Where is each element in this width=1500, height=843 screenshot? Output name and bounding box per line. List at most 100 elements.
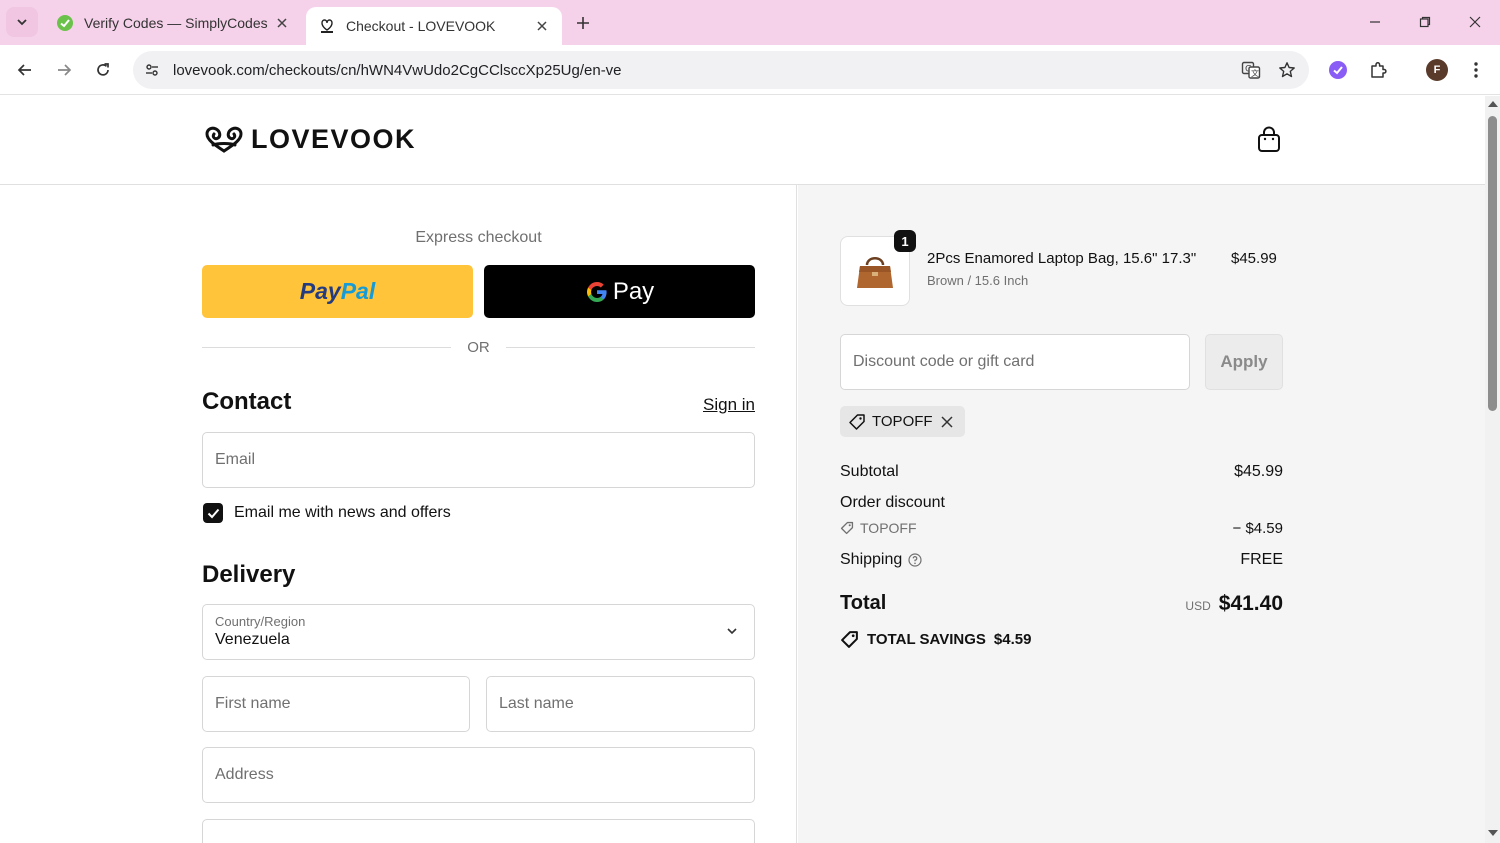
tag-icon xyxy=(849,413,865,430)
country-label: Country/Region xyxy=(215,614,306,629)
site-info-icon[interactable] xyxy=(140,58,164,82)
address-bar[interactable]: lovevook.com/checkouts/cn/hWN4VwUdo2CgCC… xyxy=(133,51,1309,89)
tab-title: Verify Codes — SimplyCodes xyxy=(84,14,268,31)
order-summary: 1 2Pcs Enamored Laptop Bag, 15.6" 17.3" … xyxy=(798,185,1485,843)
tab-checkout[interactable]: Checkout - LOVEVOOK xyxy=(306,7,562,45)
apply-discount-button[interactable]: Apply xyxy=(1205,334,1283,390)
reload-button[interactable] xyxy=(89,56,117,84)
scroll-up-arrow-icon[interactable] xyxy=(1488,101,1498,107)
scrollbar-thumb[interactable] xyxy=(1488,116,1497,411)
extension-simplycodes-icon[interactable] xyxy=(1324,56,1352,84)
total-value: $41.40 xyxy=(1218,592,1283,615)
tab-simplycodes[interactable]: Verify Codes — SimplyCodes xyxy=(44,0,302,45)
savings-value: $4.59 xyxy=(993,631,1032,648)
browser-tab-bar: Verify Codes — SimplyCodes Checkout - LO… xyxy=(0,0,1500,45)
or-divider: OR xyxy=(202,337,755,357)
bookmark-star-icon[interactable] xyxy=(1273,56,1301,84)
chevron-down-icon xyxy=(727,628,737,635)
lovevook-favicon-icon xyxy=(318,17,336,35)
google-g-icon xyxy=(586,281,607,302)
shopping-bag-icon[interactable] xyxy=(1256,126,1282,154)
order-discount-row: Order discount xyxy=(840,494,1283,512)
total-currency: USD xyxy=(1185,599,1211,613)
first-name-field[interactable]: First name xyxy=(202,676,470,732)
minimize-button[interactable] xyxy=(1360,8,1390,36)
simplycodes-favicon-icon xyxy=(56,14,74,32)
scroll-down-arrow-icon[interactable] xyxy=(1488,830,1498,836)
new-tab-button[interactable] xyxy=(570,10,596,36)
email-placeholder: Email xyxy=(215,451,256,468)
order-discount-label: Order discount xyxy=(840,494,945,511)
lovevook-logo-icon xyxy=(205,126,243,152)
express-checkout-label: Express checkout xyxy=(415,229,542,246)
logo-text: LOVEVOOK xyxy=(251,124,417,154)
page-scrollbar[interactable] xyxy=(1485,96,1500,843)
country-select[interactable]: Country/Region Venezuela xyxy=(202,604,755,660)
discount-code: TOPOFF xyxy=(860,520,917,536)
paypal-button[interactable]: PayPal xyxy=(202,265,473,318)
newsletter-checkbox[interactable] xyxy=(203,503,223,523)
tab-title: Checkout - LOVEVOOK xyxy=(346,18,496,34)
last-name-field[interactable]: Last name xyxy=(486,676,755,732)
restore-icon xyxy=(1419,16,1431,28)
browser-menu-button[interactable] xyxy=(1462,56,1490,84)
newsletter-label: Email me with news and offers xyxy=(234,504,451,521)
discount-code-row: TOPOFF − $4.59 xyxy=(840,520,1283,537)
reload-icon xyxy=(97,63,109,76)
address-line-2-field[interactable] xyxy=(202,819,755,843)
svg-text:文: 文 xyxy=(1251,68,1259,78)
close-tab-icon[interactable] xyxy=(534,18,550,34)
last-name-placeholder: Last name xyxy=(499,695,574,712)
contact-title: Contact xyxy=(202,388,292,415)
total-label: Total xyxy=(840,592,887,614)
minimize-icon xyxy=(1370,21,1380,23)
subtotal-label: Subtotal xyxy=(840,463,899,480)
shipping-row: Shipping FREE xyxy=(840,551,1283,569)
shipping-value: FREE xyxy=(1240,551,1283,568)
sign-in-link[interactable]: Sign in xyxy=(703,395,755,415)
total-savings-row: TOTAL SAVINGS $4.59 xyxy=(840,630,1031,649)
forward-button[interactable] xyxy=(50,56,78,84)
plus-icon xyxy=(577,17,589,29)
checkmark-icon xyxy=(207,508,219,518)
help-circle-icon[interactable] xyxy=(908,553,922,567)
close-window-button[interactable] xyxy=(1460,8,1490,36)
tab-search-button[interactable] xyxy=(6,7,38,37)
first-name-placeholder: First name xyxy=(215,695,291,712)
newsletter-checkbox-row[interactable]: Email me with news and offers xyxy=(203,503,451,523)
google-pay-button[interactable]: Pay xyxy=(484,265,755,318)
applied-code: TOPOFF xyxy=(872,413,933,430)
avatar: F xyxy=(1426,59,1448,81)
discount-placeholder: Discount code or gift card xyxy=(853,353,1035,370)
url-text[interactable]: lovevook.com/checkouts/cn/hWN4VwUdo2CgCC… xyxy=(173,62,1237,79)
translate-icon[interactable]: G文 xyxy=(1237,56,1265,84)
remove-code-icon[interactable] xyxy=(941,415,953,428)
lovevook-logo[interactable]: LOVEVOOK xyxy=(203,124,416,155)
close-icon xyxy=(1469,16,1481,28)
chevron-down-icon xyxy=(17,19,27,26)
email-field[interactable]: Email xyxy=(202,432,755,488)
site-header: LOVEVOOK xyxy=(0,96,1485,185)
discount-code-input[interactable]: Discount code or gift card xyxy=(840,334,1190,390)
arrow-left-icon xyxy=(17,64,31,76)
google-pay-logo: Pay xyxy=(585,278,654,306)
product-variant: Brown / 15.6 Inch xyxy=(927,273,1029,288)
close-tab-icon[interactable] xyxy=(274,15,290,31)
handbag-image xyxy=(857,257,893,288)
profile-avatar[interactable]: F xyxy=(1423,56,1451,84)
or-label: OR xyxy=(467,338,490,356)
restore-button[interactable] xyxy=(1410,8,1440,36)
checkout-page: LOVEVOOK Express checkout PayPal Pay OR … xyxy=(0,96,1485,843)
extensions-puzzle-icon[interactable] xyxy=(1364,56,1392,84)
savings-label: TOTAL SAVINGS xyxy=(867,631,986,648)
arrow-right-icon xyxy=(58,64,72,76)
product-name: 2Pcs Enamored Laptop Bag, 15.6" 17.3" xyxy=(927,250,1197,267)
more-vertical-icon xyxy=(1474,62,1478,78)
total-row: Total USD $41.40 xyxy=(840,592,1283,620)
applied-code-chip: TOPOFF xyxy=(840,406,965,437)
discount-value: − $4.59 xyxy=(1232,520,1283,537)
address-field[interactable]: Address xyxy=(202,747,755,803)
back-button[interactable] xyxy=(11,56,39,84)
product-price: $45.99 xyxy=(1231,250,1277,267)
country-value: Venezuela xyxy=(215,631,290,648)
